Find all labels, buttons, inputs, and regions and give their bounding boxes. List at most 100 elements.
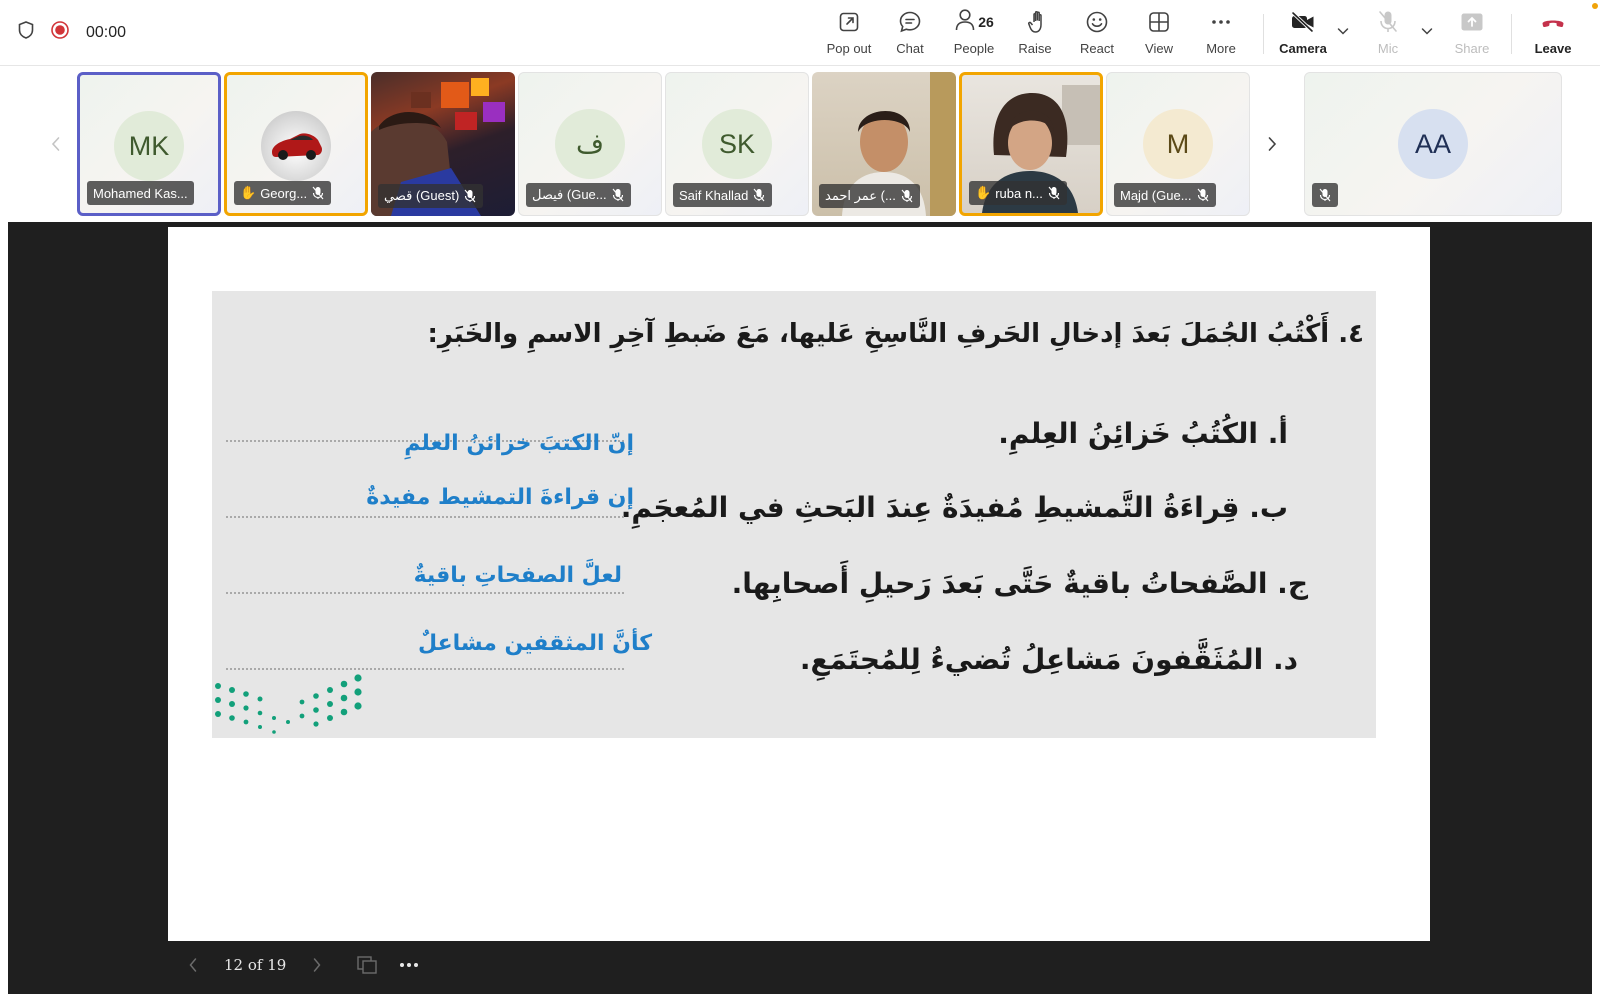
chat-button[interactable]: Chat (879, 8, 941, 60)
question-d: د. المُثَقَّفونَ مَشاعِلُ تُضيءُ لِلمُجت… (799, 643, 1298, 676)
participant-tile[interactable]: MK Mohamed Kas... (77, 72, 221, 216)
question-a: أ. الكُتُبُ خَزائِنُ العِلمِ. (998, 417, 1288, 450)
raise-hand-icon (1023, 8, 1047, 36)
view-icon (1147, 8, 1171, 36)
mic-off-icon (900, 189, 914, 203)
hang-up-icon (1539, 8, 1567, 36)
share-label: Share (1454, 41, 1490, 56)
leave-label: Leave (1534, 41, 1572, 56)
participant-strip: MK Mohamed Kas... ✋ Georg... قصي (Guest)… (38, 72, 1562, 216)
camera-button[interactable]: Camera (1272, 8, 1334, 60)
slide-more-options-icon[interactable] (392, 950, 426, 980)
raise-hand-label: Raise (1018, 41, 1052, 56)
participant-tile[interactable]: عمر احمد (... (812, 72, 956, 216)
participant-tile[interactable]: SK Saif Khallad (665, 72, 809, 216)
answer-b: إن قراءةَ التمشيط مفيدةٌ (366, 485, 634, 510)
participant-nametag: Mohamed Kas... (87, 181, 194, 205)
presentation-slide: ٤. أَكْتُبُ الجُمَلَ بَعدَ إدخالِ الحَرف… (168, 227, 1430, 941)
participant-name: Georg... (260, 185, 308, 201)
participant-name: عمر احمد (... (825, 188, 896, 203)
next-slide-chevron-icon[interactable] (300, 950, 334, 980)
strip-prev-chevron-icon[interactable] (38, 72, 74, 216)
people-icon (954, 8, 976, 37)
participant-tile[interactable]: ✋ ruba n... (959, 72, 1103, 216)
participant-name: Saif Khallad (679, 187, 749, 203)
answer-c: لعلَّ الصفحاتِ باقيةٌ (413, 563, 622, 588)
people-icon-wrap: 26 (954, 8, 994, 36)
avatar: MK (114, 111, 184, 181)
people-button[interactable]: 26 People (942, 8, 1006, 60)
participant-tile[interactable]: M Majd (Gue... (1106, 72, 1250, 216)
shield-icon[interactable] (16, 20, 36, 45)
people-count: 26 (978, 14, 994, 30)
more-button[interactable]: More (1190, 8, 1252, 60)
answer-line (226, 668, 624, 670)
avatar: SK (702, 109, 772, 179)
people-label: People (953, 41, 995, 56)
participant-nametag (1312, 183, 1338, 207)
slide-page-indicator: 12 of 19 (224, 956, 287, 974)
pop-out-button[interactable]: Pop out (818, 8, 880, 60)
shared-content-stage: ٤. أَكْتُبُ الجُمَلَ بَعدَ إدخالِ الحَرف… (8, 222, 1592, 994)
participant-name: قصي (Guest) (384, 188, 460, 203)
mic-off-icon (1318, 188, 1332, 202)
participant-nametag: قصي (Guest) (378, 184, 484, 208)
mic-off-icon (1376, 8, 1400, 36)
question-c: ج. الصَّفحاتُ باقيةٌ حَتَّى بَعدَ رَحيلِ… (731, 567, 1308, 600)
answer-line (226, 592, 624, 594)
participant-tile[interactable]: قصي (Guest) (371, 72, 515, 216)
notification-dot (1592, 3, 1598, 9)
participant-nametag: Saif Khallad (673, 183, 773, 207)
participant-name: Mohamed Kas... (93, 185, 188, 201)
participant-nametag: ✋ Georg... (234, 181, 332, 205)
participant-nametag: فيصل (Gue... (526, 183, 631, 207)
raise-hand-button[interactable]: Raise (1004, 8, 1066, 60)
mic-off-icon (463, 189, 477, 203)
share-icon (1459, 8, 1485, 36)
camera-label: Camera (1279, 41, 1327, 56)
strip-next-chevron-icon[interactable] (1254, 72, 1290, 216)
slide-navigation-bar: 12 of 19 (176, 950, 426, 980)
self-view-tile[interactable]: AA (1304, 72, 1562, 216)
participant-name: فيصل (Gue... (532, 187, 607, 202)
mic-off-icon (752, 188, 766, 202)
mic-off-icon (1047, 186, 1061, 200)
view-label: View (1145, 41, 1173, 56)
toolbar-divider (1511, 14, 1512, 54)
mic-label: Mic (1377, 41, 1399, 56)
raised-hand-icon: ✋ (240, 185, 257, 200)
chat-label: Chat (896, 41, 924, 56)
participant-nametag: Majd (Gue... (1114, 183, 1216, 207)
exercise-title: ٤. أَكْتُبُ الجُمَلَ بَعدَ إدخالِ الحَرف… (427, 319, 1364, 349)
participant-tile[interactable]: ✋ Georg... (224, 72, 368, 216)
react-label: React (1080, 41, 1114, 56)
avatar: AA (1398, 109, 1468, 179)
more-label: More (1206, 41, 1236, 56)
view-button[interactable]: View (1128, 8, 1190, 60)
slide-thumbnails-icon[interactable] (350, 950, 384, 980)
raised-hand-icon: ✋ (975, 185, 992, 200)
previous-slide-chevron-icon[interactable] (176, 950, 210, 980)
pop-out-icon (837, 8, 861, 36)
react-icon (1084, 8, 1110, 36)
participant-name: Majd (Gue... (1120, 187, 1192, 203)
participant-nametag: ✋ ruba n... (969, 181, 1067, 205)
participant-name: ruba n... (995, 185, 1043, 201)
participant-tile[interactable]: ف فيصل (Gue... (518, 72, 662, 216)
toolbar-left: 00:00 (16, 20, 126, 45)
share-button[interactable]: Share (1441, 8, 1503, 60)
mic-off-icon (311, 186, 325, 200)
red-car-icon (272, 133, 322, 160)
more-icon (1209, 8, 1233, 36)
exercise-panel: ٤. أَكْتُبُ الجُمَلَ بَعدَ إدخالِ الحَرف… (212, 291, 1376, 738)
avatar: M (1143, 109, 1213, 179)
avatar: ف (555, 109, 625, 179)
meeting-toolbar: 00:00 Pop out Chat 26 People Raise React… (0, 0, 1600, 66)
mic-off-icon (611, 188, 625, 202)
mic-button[interactable]: Mic (1357, 8, 1419, 60)
answer-line (226, 516, 624, 518)
react-button[interactable]: React (1066, 8, 1128, 60)
leave-button[interactable]: Leave (1522, 8, 1584, 60)
mic-options-chevron-icon[interactable] (1418, 22, 1436, 40)
camera-options-chevron-icon[interactable] (1334, 22, 1352, 40)
